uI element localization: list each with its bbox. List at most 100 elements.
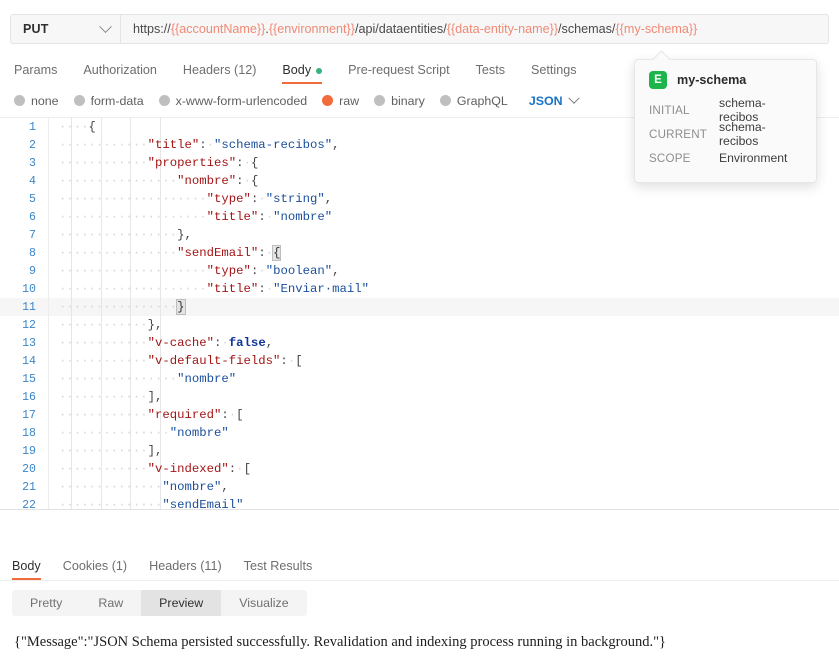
response-tab-bar: Body Cookies (1) Headers (11) Test Results [0,551,839,581]
code-text: ············"v-indexed":·[ [48,460,839,478]
code-token: ···· [147,246,178,260]
code-token: ···· [88,426,119,440]
body-type-raw[interactable]: raw [322,94,359,108]
code-token: "boolean" [265,264,333,278]
code-token: · [258,264,266,278]
line-number: 16 [22,390,36,404]
tooltip-row-key: SCOPE [649,151,691,165]
tooltip-header: E my-schema [635,60,816,98]
line-number: 9 [29,264,36,278]
url-input[interactable]: https://{{accountName}}.{{environment}}/… [120,14,829,44]
http-method-dropdown[interactable]: PUT [10,14,120,44]
code-token: ···· [59,372,89,386]
body-type-label: none [31,93,59,108]
code-token: ···· [88,300,119,314]
code-token: · [265,210,274,224]
raw-format-dropdown[interactable]: JSON [529,92,580,108]
response-tab-test-results[interactable]: Test Results [244,559,313,580]
response-tab-headers-11[interactable]: Headers (11) [149,559,222,580]
request-tab-authorization[interactable]: Authorization [83,63,157,84]
line-number: 13 [22,336,36,350]
code-token: { [272,245,282,261]
code-token: : [199,138,207,152]
request-url-bar: PUT https://{{accountName}}.{{environmen… [10,14,829,44]
request-tab-pre-request-script[interactable]: Pre-request Script [348,63,450,84]
code-token: ···· [147,192,178,206]
code-token: ···· [88,138,119,152]
unsaved-indicator-dot-icon [316,67,323,74]
body-type-form-data[interactable]: form-data [73,94,144,108]
code-token: , [265,336,274,350]
request-tab-settings[interactable]: Settings [531,63,577,84]
line-number: 2 [29,138,36,152]
response-view-visualize[interactable]: Visualize [221,590,306,616]
response-view-preview[interactable]: Preview [141,590,222,616]
code-token: ···· [88,462,119,476]
code-token: ···· [88,372,119,386]
code-token: : [258,246,266,260]
request-tab-label: Authorization [83,63,157,77]
code-text: ················"sendEmail":·{ [48,244,839,262]
request-tab-params[interactable]: Params [14,63,57,84]
response-tab-cookies-1[interactable]: Cookies (1) [63,559,127,580]
radio-icon [14,95,25,106]
chevron-down-icon [99,19,112,33]
code-token: ···· [118,300,148,314]
code-token: ···· [177,192,207,206]
code-token: ···· [118,282,148,296]
radio-icon [439,95,451,106]
response-view-raw[interactable]: Raw [80,590,141,616]
code-token: · [206,138,215,152]
code-token: ···· [118,246,148,260]
code-text: ············}, [48,316,839,334]
response-view-mode-wrap: Pretty Raw Preview Visualize [0,581,839,616]
code-token: "nombre" [177,372,237,386]
body-type-binary[interactable]: binary [374,94,425,108]
code-token: ···· [59,318,89,332]
body-type-x-www-form-urlencoded[interactable]: x-www-form-urlencoded [158,94,307,108]
code-line: 19 ············], [0,442,839,460]
line-number: 6 [29,210,36,224]
code-token: ···· [88,390,119,404]
code-token: ···· [59,192,89,206]
body-type-graphql[interactable]: GraphQL [439,94,508,108]
request-tab-body[interactable]: Body [282,63,323,84]
tooltip-detail-rows: INITIAL schema-recibos CURRENT schema-recib… [635,96,816,182]
url-variable: {{accountName}} [170,22,266,36]
line-number: 4 [29,174,36,188]
line-number: 21 [22,480,36,494]
line-number: 7 [29,228,36,242]
request-tab-label: Tests [475,63,506,77]
code-token: , [324,192,333,206]
body-type-none[interactable]: none [14,94,59,108]
code-token: "v-cache" [147,336,215,350]
url-variable: {{environment}} [268,22,355,36]
code-token: ···· [88,408,119,422]
code-token: ···· [118,408,148,422]
code-text: ············], [48,442,839,460]
http-method-label: PUT [23,22,49,36]
code-text: ····················"title":·"nombre" [48,208,839,226]
tooltip-row-value: Environment [719,151,788,165]
code-token: [ [243,462,251,476]
line-number: 19 [22,444,36,458]
response-tab-body[interactable]: Body [12,559,41,580]
code-token: ···· [59,138,89,152]
code-token: } [176,299,186,315]
request-tab-label: Settings [531,63,577,77]
code-token: "required" [147,408,222,422]
request-tab-headers-12[interactable]: Headers (12) [183,63,257,84]
code-line: 8 ················"sendEmail":·{ [0,244,839,262]
line-number: 8 [29,246,36,260]
code-token: ···· [88,264,119,278]
url-text: https://{{accountName}}.{{environment}}/… [133,22,697,36]
request-tab-tests[interactable]: Tests [476,63,505,84]
code-token: "sendEmail" [177,246,259,260]
code-text: ············"v-cache":·false, [48,334,839,352]
code-token: : [258,282,266,296]
code-token: ···· [118,210,148,224]
request-tab-label: Headers (12) [182,63,257,77]
code-token: ] [147,390,155,404]
response-view-pretty[interactable]: Pretty [12,590,80,616]
environment-badge-icon: E [649,71,667,89]
